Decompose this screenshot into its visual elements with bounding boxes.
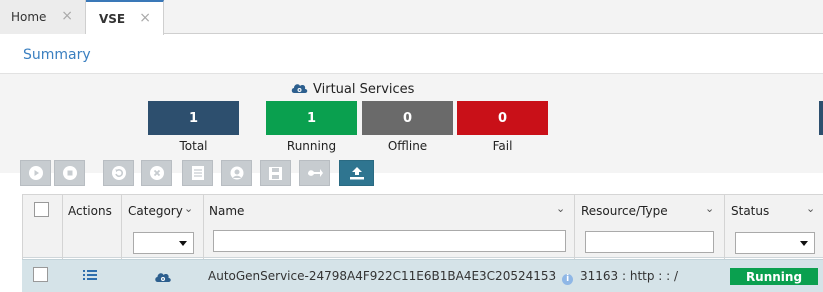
virtual-services-table: Actions Category ⌄ Name ⌄ Resource/Type …	[22, 194, 823, 292]
dropdown-arrow-icon	[800, 241, 808, 246]
cloud-gear-icon	[153, 270, 172, 286]
running-label: Running	[286, 139, 337, 153]
info-icon[interactable]: i	[562, 274, 574, 285]
delete-icon	[149, 166, 164, 180]
row-checkbox[interactable]	[33, 267, 48, 282]
virtual-services-heading: Virtual Services	[290, 81, 414, 98]
total-count-tile[interactable]: 1	[148, 101, 239, 135]
category-filter-select[interactable]	[133, 232, 194, 254]
close-icon[interactable]: ×	[61, 9, 73, 23]
play-icon	[28, 166, 43, 180]
agent-icon	[230, 166, 243, 180]
stop-button[interactable]	[54, 160, 85, 186]
restart-icon	[111, 166, 126, 180]
save-icon	[269, 166, 282, 180]
select-all-checkbox[interactable]	[34, 202, 49, 217]
resource-type-header[interactable]: Resource/Type	[581, 204, 668, 218]
next-tile-edge	[819, 101, 823, 135]
close-icon[interactable]: ×	[139, 11, 151, 25]
service-name-text: AutoGenService-24798A4F922C11E6B1BA4E3C2…	[208, 269, 557, 283]
offline-label: Offline	[387, 139, 428, 153]
resource-filter-input[interactable]	[585, 231, 714, 253]
chevron-down-icon[interactable]: ⌄	[556, 202, 565, 215]
summary-title: Summary	[23, 47, 91, 63]
virtual-services-title: Virtual Services	[313, 82, 415, 97]
category-header[interactable]: Category	[128, 204, 183, 218]
resource-type-value: 31163 : http : : /	[580, 269, 679, 283]
tab-vse[interactable]: VSE ×	[86, 0, 164, 35]
actions-header: Actions	[68, 204, 112, 218]
status-filter-select[interactable]	[735, 232, 815, 254]
save-button[interactable]	[260, 160, 291, 186]
list-icon[interactable]	[83, 269, 97, 284]
status-badge: Running	[730, 268, 818, 285]
status-header[interactable]: Status	[731, 204, 769, 218]
delete-button[interactable]	[141, 160, 172, 186]
restart-button[interactable]	[103, 160, 134, 186]
chevron-down-icon[interactable]: ⌄	[806, 202, 815, 215]
deploy-button[interactable]	[299, 160, 330, 186]
dropdown-arrow-icon	[179, 241, 187, 246]
upload-button[interactable]	[339, 160, 374, 186]
deploy-icon	[307, 169, 323, 177]
table-row[interactable]: AutoGenService-24798A4F922C11E6B1BA4E3C2…	[22, 259, 823, 292]
tab-home-label: Home	[11, 10, 47, 24]
chevron-down-icon[interactable]: ⌄	[705, 202, 714, 215]
fail-count-tile[interactable]: 0	[457, 101, 548, 135]
offline-count-tile[interactable]: 0	[362, 101, 453, 135]
cloud-gear-icon	[290, 81, 308, 98]
chevron-down-icon[interactable]: ⌄	[184, 202, 193, 215]
name-header[interactable]: Name	[209, 204, 244, 218]
log-icon	[191, 166, 204, 180]
upload-icon	[349, 167, 364, 180]
view-log-button[interactable]	[182, 160, 213, 186]
fail-label: Fail	[492, 139, 513, 153]
total-label: Total	[179, 139, 208, 153]
tab-bar: Home × VSE ×	[0, 0, 823, 35]
agent-button[interactable]	[221, 160, 252, 186]
tab-vse-label: VSE	[99, 11, 126, 26]
tab-home[interactable]: Home ×	[0, 0, 86, 34]
stop-icon	[62, 166, 77, 180]
name-filter-input[interactable]	[213, 230, 566, 252]
running-count-tile[interactable]: 1	[266, 101, 357, 135]
start-button[interactable]	[20, 160, 51, 186]
service-name[interactable]: AutoGenService-24798A4F922C11E6B1BA4E3C2…	[208, 269, 574, 285]
